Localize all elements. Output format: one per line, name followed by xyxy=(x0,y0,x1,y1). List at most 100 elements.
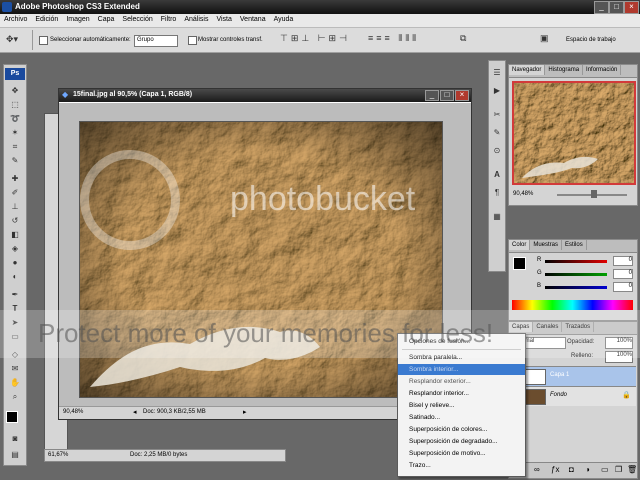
history-panel-icon[interactable]: ☰ xyxy=(491,67,503,79)
ps-logo: Ps xyxy=(5,68,25,80)
layer-mask-icon[interactable]: ◘ xyxy=(569,465,574,474)
clone-source-icon[interactable]: ⊙ xyxy=(491,145,503,157)
menu-item-satin[interactable]: Satinado... xyxy=(398,412,525,423)
actions-panel-icon[interactable]: ▶ xyxy=(491,85,503,97)
channel-r-value[interactable]: 0 xyxy=(613,256,633,266)
document-icon: ◆ xyxy=(62,90,69,99)
menu-ayuda[interactable]: Ayuda xyxy=(270,14,298,23)
workspace-icon[interactable]: ▣ xyxy=(540,33,549,44)
menu-capa[interactable]: Capa xyxy=(94,14,119,23)
menu-ventana[interactable]: Ventana xyxy=(236,14,270,23)
quick-mask-icon[interactable]: ◙ xyxy=(9,433,21,445)
eraser-tool-icon[interactable]: ◧ xyxy=(9,229,21,241)
auto-select-dropdown[interactable]: Grupo xyxy=(134,35,178,47)
distribute-icons[interactable]: ≡≡≡ ⦀⦀⦀ xyxy=(368,33,419,44)
menu-item-outer-glow[interactable]: Resplandor exterior... xyxy=(398,376,525,387)
align-icons[interactable]: ⊤⊞⊥ ⊢⊞⊣ xyxy=(280,33,350,44)
auto-select-checkbox[interactable] xyxy=(39,36,48,45)
channel-b-slider[interactable] xyxy=(545,286,607,289)
status-next-arrow[interactable]: ▸ xyxy=(243,408,247,416)
maximize-button[interactable]: □ xyxy=(609,1,624,14)
background-zoom-value[interactable]: 61,67% xyxy=(48,452,68,458)
marquee-tool-icon[interactable]: ⬚ xyxy=(9,99,21,111)
brushes-panel-icon[interactable]: ✎ xyxy=(491,127,503,139)
color-foreground-swatch[interactable] xyxy=(513,257,526,270)
clone-stamp-tool-icon[interactable]: ⊥ xyxy=(9,201,21,213)
channel-b-value[interactable]: 0 xyxy=(613,282,633,292)
menu-item-inner-glow[interactable]: Resplandor interior... xyxy=(398,388,525,399)
channel-b-label: B xyxy=(537,283,542,289)
hand-tool-icon[interactable]: ✋ xyxy=(9,377,21,389)
transform-controls-checkbox[interactable] xyxy=(188,36,197,45)
layer-style-icon[interactable]: ƒx xyxy=(551,465,559,474)
navigator-zoom-value[interactable]: 90,48% xyxy=(513,191,533,197)
move-tool-icon[interactable]: ✥▾ xyxy=(6,34,18,45)
crop-tool-icon[interactable]: ⌗ xyxy=(9,141,21,153)
tab-muestras[interactable]: Muestras xyxy=(530,240,563,250)
delete-layer-icon[interactable]: 🗑 xyxy=(627,465,637,474)
menu-seleccion[interactable]: Selección xyxy=(118,14,156,23)
menu-item-pattern-overlay[interactable]: Superposición de motivo... xyxy=(398,448,525,459)
zoom-tool-icon[interactable]: ⌕ xyxy=(9,391,21,403)
brush-tool-icon[interactable]: ✐ xyxy=(9,187,21,199)
status-prev-arrow[interactable]: ◂ xyxy=(133,408,137,416)
menu-archivo[interactable]: Archivo xyxy=(0,14,31,23)
paragraph-panel-icon[interactable]: ¶ xyxy=(491,187,503,199)
menu-imagen[interactable]: Imagen xyxy=(62,14,93,23)
menu-item-color-overlay[interactable]: Superposición de colores... xyxy=(398,424,525,435)
minimize-button[interactable]: _ xyxy=(594,1,609,14)
workspace-button[interactable]: Espacio de trabajo xyxy=(566,37,616,43)
tool-presets-icon[interactable]: ✂ xyxy=(491,109,503,121)
tab-estilos[interactable]: Estilos xyxy=(562,240,587,250)
eyedropper-tool-icon[interactable]: ✎ xyxy=(9,155,21,167)
pen-tool-icon[interactable]: ✒ xyxy=(9,289,21,301)
menu-item-bevel-emboss[interactable]: Bisel y relieve... xyxy=(398,400,525,411)
blur-tool-icon[interactable]: ● xyxy=(9,257,21,269)
document-maximize-button[interactable]: □ xyxy=(440,90,454,101)
healing-brush-tool-icon[interactable]: ✚ xyxy=(9,173,21,185)
layer-comps-icon[interactable]: ▦ xyxy=(491,211,503,223)
lasso-tool-icon[interactable]: ➰ xyxy=(9,113,21,125)
color-spectrum-bar[interactable] xyxy=(512,300,633,310)
close-button[interactable]: × xyxy=(624,1,639,14)
menu-item-stroke[interactable]: Trazo... xyxy=(398,460,525,471)
document-close-button[interactable]: × xyxy=(455,90,469,101)
menu-filtro[interactable]: Filtro xyxy=(157,14,181,23)
notes-tool-icon[interactable]: ✉ xyxy=(9,363,21,375)
document-minimize-button[interactable]: _ xyxy=(425,90,439,101)
photoshop-app-icon xyxy=(2,2,12,12)
move-tool-icon[interactable]: ✥ xyxy=(9,85,21,97)
tab-navegador[interactable]: Navegador xyxy=(509,65,546,75)
menu-analisis[interactable]: Análisis xyxy=(180,14,212,23)
menu-vista[interactable]: Vista xyxy=(212,14,235,23)
layer-row-capa-1[interactable]: ◉ Capa 1 xyxy=(510,366,636,386)
new-group-icon[interactable]: ▭ xyxy=(601,465,609,474)
layer-row-fondo[interactable]: ◉ Fondo 🔒 xyxy=(510,386,636,406)
paint-bucket-tool-icon[interactable]: ◈ xyxy=(9,243,21,255)
history-brush-tool-icon[interactable]: ↺ xyxy=(9,215,21,227)
navigator-thumbnail[interactable] xyxy=(512,81,636,185)
navigator-zoom-slider-handle[interactable] xyxy=(591,190,597,198)
tab-informacion[interactable]: Información xyxy=(583,65,622,75)
magic-wand-tool-icon[interactable]: ✶ xyxy=(9,127,21,139)
channel-g-slider[interactable] xyxy=(545,273,607,276)
foreground-color-swatch[interactable] xyxy=(6,411,18,423)
layer-name: Fondo xyxy=(550,392,568,398)
tab-color[interactable]: Color xyxy=(509,240,531,250)
screen-mode-icon[interactable]: ▤ xyxy=(9,449,21,461)
zoom-value[interactable]: 90,48% xyxy=(63,409,83,415)
link-layers-icon[interactable]: ∞ xyxy=(534,465,540,474)
auto-align-icon[interactable]: ⧉ xyxy=(460,33,466,44)
adjustment-layer-icon[interactable]: ◑ xyxy=(585,465,590,474)
watermark-slogan: Protect more of your memories for less! xyxy=(38,318,494,348)
character-panel-icon[interactable]: A xyxy=(491,169,503,181)
tab-histograma[interactable]: Histograma xyxy=(545,65,584,75)
document-title-bar[interactable]: ◆ 15final.jpg al 90,5% (Capa 1, RGB/8) _… xyxy=(59,89,471,102)
menu-item-gradient-overlay[interactable]: Superposición de degradado... xyxy=(398,436,525,447)
dodge-tool-icon[interactable]: ◐ xyxy=(9,271,21,283)
channel-g-value[interactable]: 0 xyxy=(613,269,633,279)
menu-item-inner-shadow[interactable]: Sombra interior... xyxy=(398,364,525,375)
channel-r-slider[interactable] xyxy=(545,260,607,263)
menu-edicion[interactable]: Edición xyxy=(31,14,62,23)
new-layer-icon[interactable]: ❐ xyxy=(615,465,622,474)
